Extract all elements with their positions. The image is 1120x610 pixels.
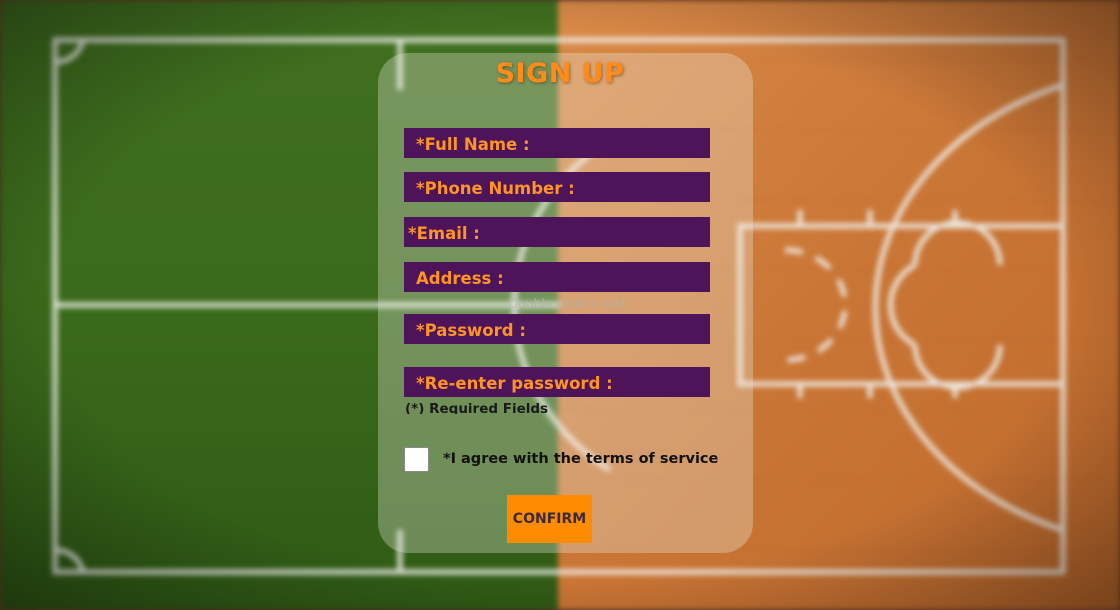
terms-label: *I agree with the terms of service <box>443 451 719 467</box>
full-name-field[interactable]: *Full Name : <box>404 128 710 158</box>
email-field[interactable]: *Email : <box>404 217 710 247</box>
phone-number-field[interactable]: *Phone Number : <box>404 172 710 202</box>
terms-checkbox[interactable] <box>404 447 429 472</box>
email-label: *Email : <box>408 224 480 243</box>
address-label: Address : <box>416 269 504 288</box>
required-fields-note: (*) Required Fields <box>405 401 549 414</box>
address-field[interactable]: Address : <box>404 262 710 292</box>
password-label: *Password : <box>416 321 526 340</box>
password-field[interactable]: *Password : <box>404 314 710 344</box>
full-name-label: *Full Name : <box>416 135 530 154</box>
page-stage: Double click to edit SIGN UP *Full Name … <box>0 0 1120 610</box>
form-title: SIGN UP <box>495 58 625 89</box>
confirm-password-field[interactable]: *Re-enter password : <box>404 367 710 397</box>
phone-number-label: *Phone Number : <box>416 179 575 198</box>
confirm-password-label: *Re-enter password : <box>416 374 613 393</box>
confirm-button[interactable]: CONFIRM <box>507 495 592 543</box>
